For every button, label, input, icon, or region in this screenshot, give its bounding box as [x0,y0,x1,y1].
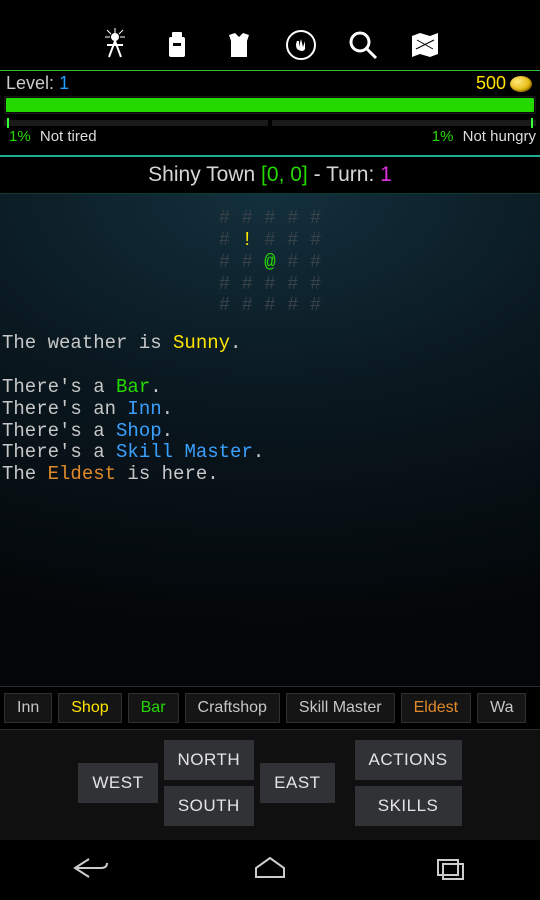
fatigue-hunger-bars [4,120,536,126]
hunger-label: (1%) Not hungry [427,128,536,145]
armor-icon[interactable] [221,27,257,68]
turn-value: 1 [380,163,392,186]
place-strip[interactable]: Inn Shop Bar Craftshop Skill Master Elde… [0,686,540,730]
description-text: The weather is Sunny. There's a Bar. The… [2,333,538,486]
level-gold-row: Level: 1 500 [0,71,540,96]
location-bar: Shiny Town [0, 0] - Turn: 1 [0,157,540,193]
hand-icon[interactable] [283,27,319,68]
back-icon[interactable] [69,853,111,888]
recent-icon[interactable] [429,853,471,888]
character-icon[interactable] [97,27,133,68]
ascii-map: # # # # # # ! # # # # # @ # # # # # # # … [2,208,538,317]
hp-bar-fill [6,98,534,112]
place-wander-button[interactable]: Wa [477,693,526,723]
level-value: 1 [59,73,69,93]
gold-value: 500 [476,73,506,94]
place-inn-button[interactable]: Inn [4,693,52,723]
home-icon[interactable] [249,853,291,888]
top-toolbar [0,25,540,71]
search-icon[interactable] [345,27,381,68]
place-craftshop-button[interactable]: Craftshop [185,693,280,723]
level-label: Level: [6,73,54,93]
fatigue-label: (1%) Not tired [4,128,97,145]
south-button[interactable]: SOUTH [164,786,255,826]
hunger-bar [272,120,536,126]
device-status-bar [0,0,540,25]
hp-bar [4,96,536,114]
place-bar-button[interactable]: Bar [128,693,179,723]
east-button[interactable]: EAST [260,763,334,803]
north-button[interactable]: NORTH [164,740,255,780]
nav-area: WEST NORTH SOUTH EAST ACTIONS SKILLS [0,730,540,840]
action-column: ACTIONS SKILLS [355,740,462,826]
fatigue-hunger-labels: (1%) Not tired (1%) Not hungry [0,128,540,151]
place-skillmaster-button[interactable]: Skill Master [286,693,395,723]
inventory-icon[interactable] [159,27,195,68]
skills-button[interactable]: SKILLS [355,786,462,826]
actions-button[interactable]: ACTIONS [355,740,462,780]
android-nav-bar [0,840,540,900]
location-name: Shiny Town [148,163,255,186]
coin-icon [510,76,532,92]
place-eldest-button[interactable]: Eldest [401,693,471,723]
map-icon[interactable] [407,27,443,68]
place-shop-button[interactable]: Shop [58,693,121,723]
gold-display: 500 [476,73,532,94]
compass: WEST NORTH SOUTH EAST [78,740,334,826]
west-button[interactable]: WEST [78,763,157,803]
main-game-area: # # # # # # ! # # # # # @ # # # # # # # … [0,194,540,686]
fatigue-bar [4,120,268,126]
level-display: Level: 1 [6,73,69,94]
